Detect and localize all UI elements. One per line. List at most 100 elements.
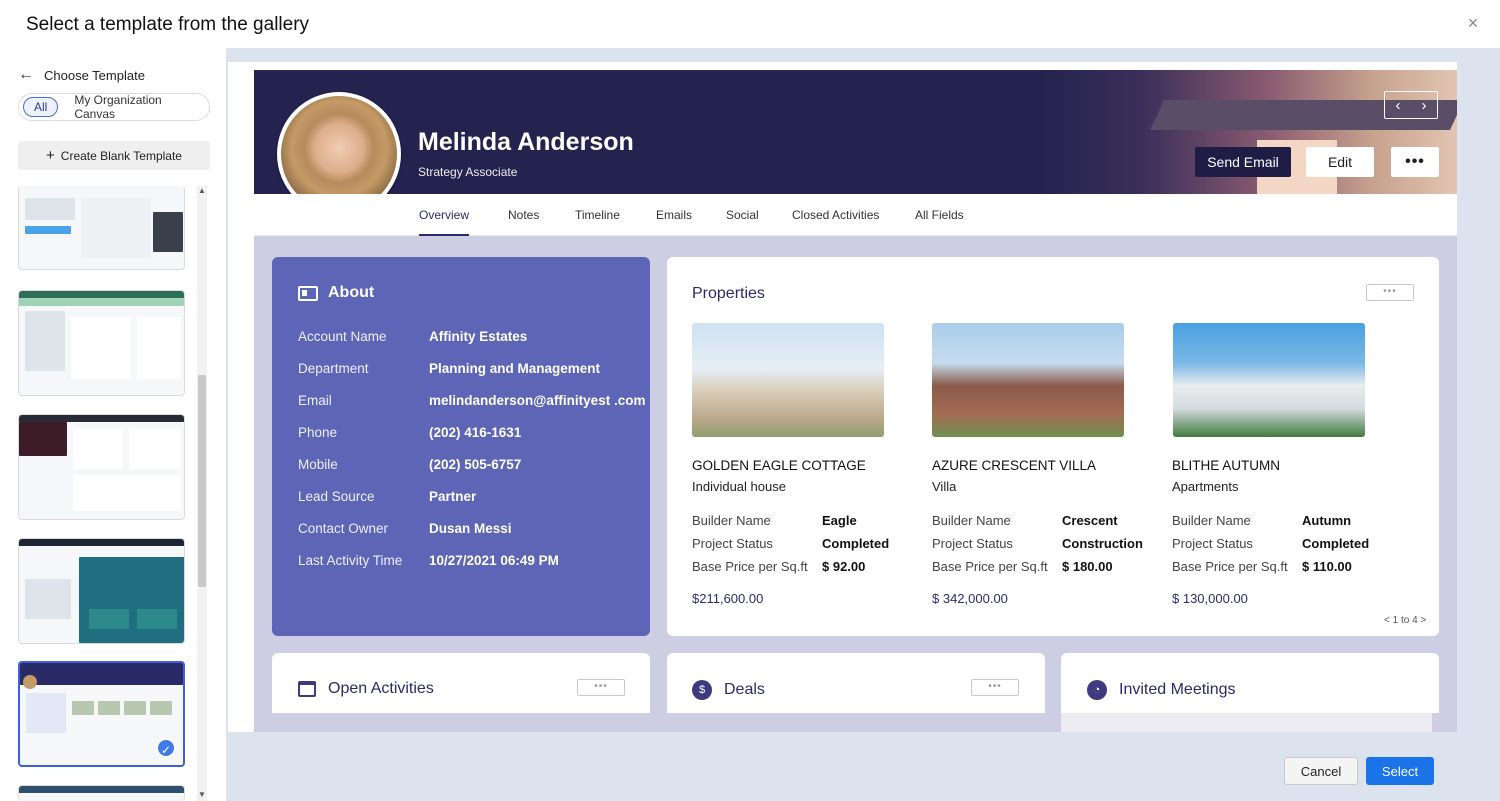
property-total-price: $211,600.00 [692,591,764,606]
field-label: Department [298,361,369,376]
about-row-contact-owner: Contact Owner Dusan Messi [298,521,512,536]
field-label: Last Activity Time [298,553,403,568]
filter-all[interactable]: All [23,97,59,117]
field-value: melindanderson@affinityest .com [429,393,646,408]
dollar-icon: $ [692,680,712,700]
filter-my-organization[interactable]: My Organization Canvas [64,91,205,123]
about-title: About [298,284,374,302]
field-value: (202) 505-6757 [429,457,522,472]
property-name: AZURE CRESCENT VILLA [932,458,1097,473]
plus-icon: + [46,147,55,164]
send-email-button[interactable]: Send Email [1195,147,1291,177]
template-thumbnail-4[interactable] [18,538,185,644]
tab-social[interactable]: Social [726,208,759,234]
select-button[interactable]: Select [1366,757,1434,785]
about-row-lead-source: Lead Source Partner [298,489,476,504]
properties-more-button[interactable]: ••• [1366,284,1414,301]
property-total-price: $ 130,000.00 [1172,591,1248,606]
builder-value: Autumn [1302,513,1352,528]
properties-pager[interactable]: < 1 to 4 > [1384,615,1426,626]
about-row-phone: Phone (202) 416-1631 [298,425,521,440]
about-row-email: Email melindanderson@affinityest .com [298,393,645,408]
property-type: Individual house [692,479,786,494]
field-value: Affinity Estates [429,329,528,344]
tab-all-fields[interactable]: All Fields [915,208,964,234]
more-actions-button[interactable]: ••• [1391,147,1439,177]
template-thumbnail-1[interactable] [18,186,185,270]
scroll-up-icon[interactable]: ▲ [197,186,207,198]
invited-meetings-label: Invited Meetings [1119,681,1236,698]
price-value: $ 92.00 [822,559,866,574]
deals-more-button[interactable]: ••• [971,679,1019,696]
property-type: Villa [932,479,957,494]
arrow-left-icon: ← [18,66,34,83]
invited-meetings-title: ◔ Invited Meetings [1087,680,1236,700]
field-value: 10/27/2021 06:49 PM [429,553,559,568]
chevron-left-icon[interactable]: ‹ [1396,97,1401,114]
scroll-down-icon[interactable]: ▼ [197,790,207,801]
status-value: Completed [822,536,890,551]
price-value: $ 180.00 [1062,559,1113,574]
open-activities-title: Open Activities [298,680,434,698]
about-row-last-activity: Last Activity Time 10/27/2021 06:49 PM [298,553,559,568]
about-card [272,257,650,636]
tab-notes[interactable]: Notes [508,208,539,234]
tab-closed-activities[interactable]: Closed Activities [792,208,879,234]
status-label: Project Status [1172,536,1253,551]
field-label: Lead Source [298,489,375,504]
close-icon[interactable]: × [1464,14,1482,32]
about-row-mobile: Mobile (202) 505-6757 [298,457,521,472]
field-label: Mobile [298,457,338,472]
back-label: Choose Template [44,67,145,83]
template-thumbnail-6[interactable] [18,785,185,801]
price-label: Base Price per Sq.ft [692,559,808,574]
template-filter: All My Organization Canvas [18,93,210,121]
back-button[interactable]: ← Choose Template [18,66,145,84]
open-activities-label: Open Activities [328,680,434,697]
properties-title: Properties [692,285,765,302]
tab-emails[interactable]: Emails [656,208,692,234]
invited-meetings-content [1061,713,1432,732]
property-name: GOLDEN EAGLE COTTAGE [692,458,866,473]
builder-label: Builder Name [692,513,771,528]
property-type: Apartments [1172,479,1239,494]
tab-timeline[interactable]: Timeline [575,208,620,234]
deals-label: Deals [724,681,765,698]
clock-icon: ◔ [1087,680,1107,700]
property-name: BLITHE AUTUMN [1172,458,1281,473]
calendar-icon [298,681,316,697]
sidebar-scroll-thumb[interactable] [198,375,206,587]
about-title-text: About [328,284,375,301]
builder-label: Builder Name [1172,513,1251,528]
property-total-price: $ 342,000.00 [932,591,1008,606]
chevron-right-icon[interactable]: › [1422,97,1427,114]
builder-value: Crescent [1062,513,1118,528]
field-value: Partner [429,489,477,504]
template-thumbnail-2[interactable] [18,290,185,396]
field-label: Contact Owner [298,521,389,536]
open-activities-more-button[interactable]: ••• [577,679,625,696]
contact-name: Melinda Anderson [418,128,634,156]
price-label: Base Price per Sq.ft [1172,559,1288,574]
contact-role: Strategy Associate [418,165,518,179]
selected-check-icon: ✓ [156,738,176,758]
cancel-button[interactable]: Cancel [1284,757,1358,785]
property-image-3 [1173,323,1365,437]
builder-value: Eagle [822,513,857,528]
field-label: Email [298,393,332,408]
edit-button[interactable]: Edit [1306,147,1374,177]
create-blank-label: Create Blank Template [60,148,182,163]
status-value: Construction [1062,536,1143,551]
property-image-2 [932,323,1124,437]
field-label: Account Name [298,329,387,344]
dialog-title: Select a template from the gallery [26,14,310,35]
about-row-department: Department Planning and Management [298,361,600,376]
create-blank-template-button[interactable]: + Create Blank Template [18,141,210,170]
deals-title: $ Deals [692,680,765,700]
status-label: Project Status [932,536,1013,551]
builder-label: Builder Name [932,513,1011,528]
tab-overview[interactable]: Overview [419,208,470,236]
status-label: Project Status [692,536,773,551]
status-value: Completed [1302,536,1370,551]
template-thumbnail-3[interactable] [18,414,185,520]
